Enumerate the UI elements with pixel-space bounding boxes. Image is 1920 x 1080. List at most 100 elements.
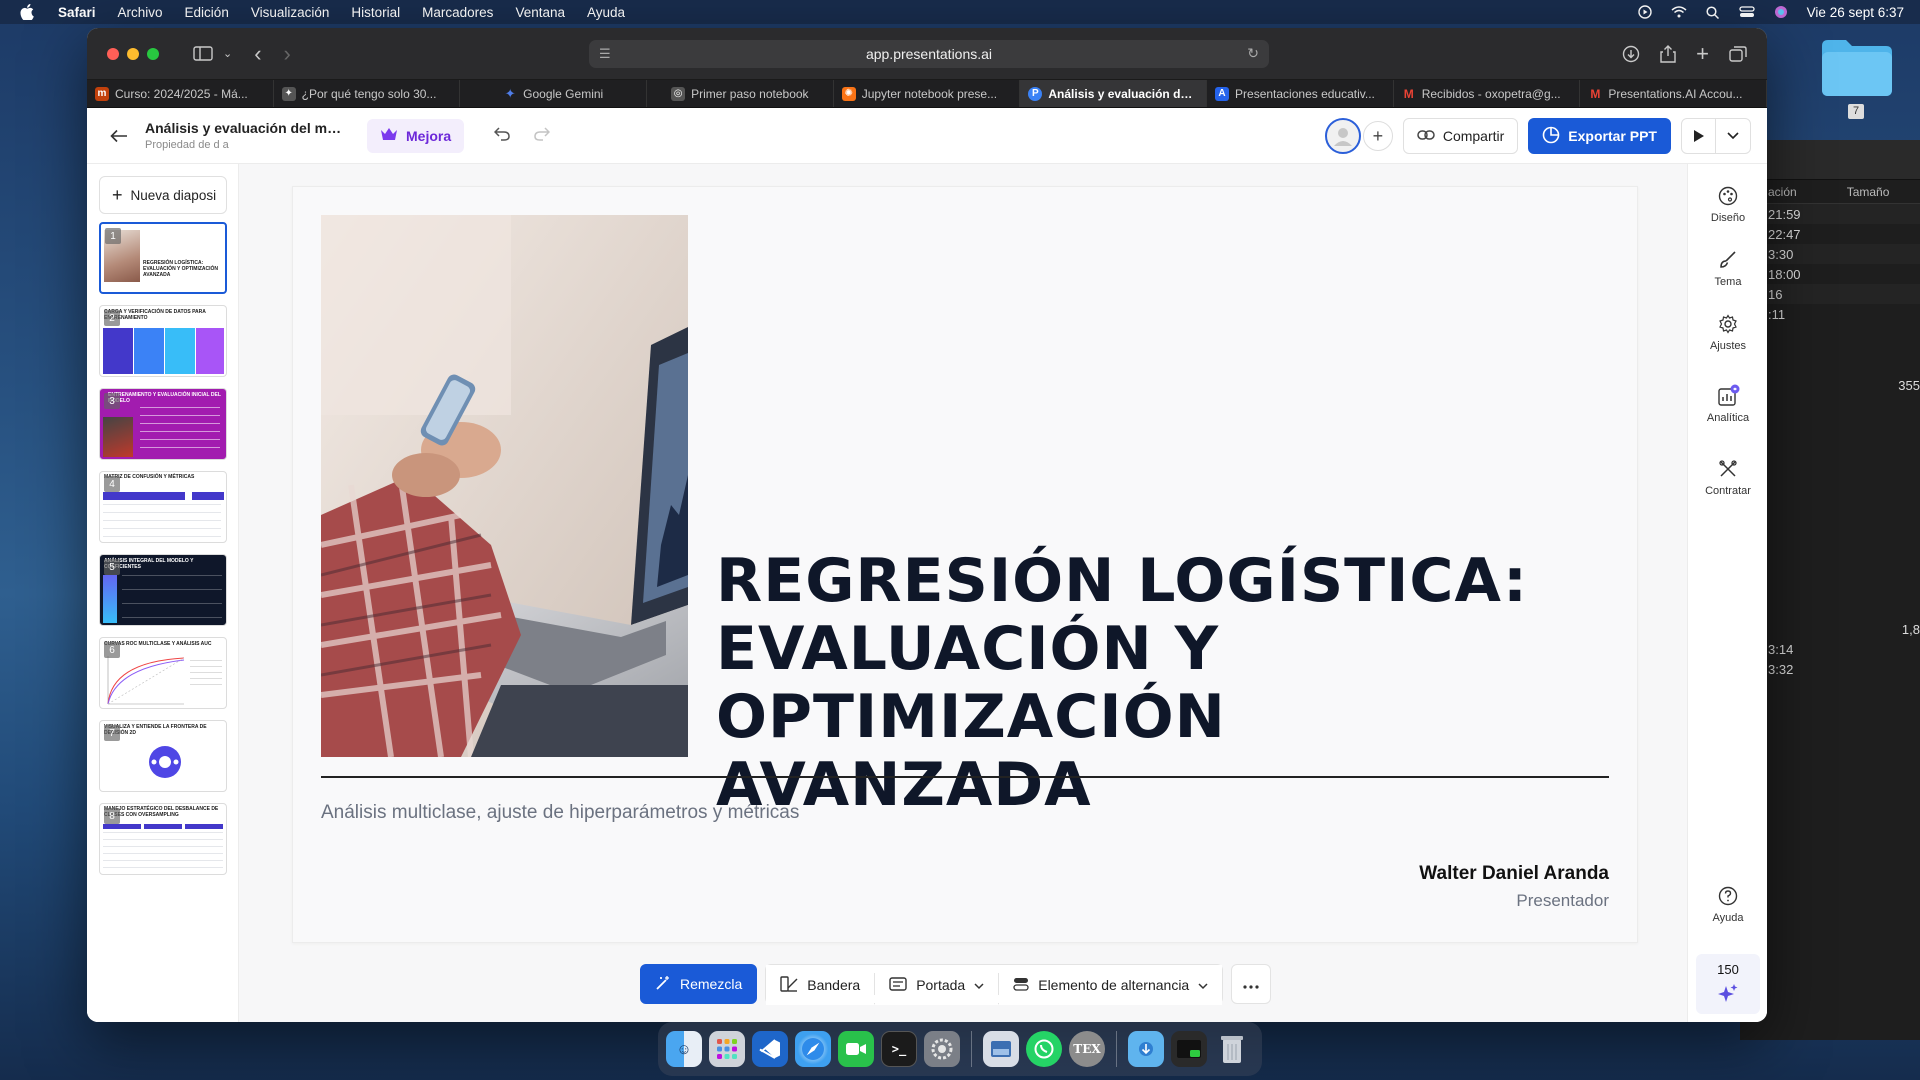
browser-tab[interactable]: ✦ ¿Por qué tengo solo 30...	[274, 80, 461, 107]
minimize-window-icon[interactable]	[127, 47, 139, 60]
page-settings-icon[interactable]: ☰	[599, 46, 611, 62]
new-slide-button[interactable]: + Nueva diaposi	[99, 176, 227, 214]
browser-tab[interactable]: ◎ Primer paso notebook	[647, 80, 834, 107]
rail-hire[interactable]: Contratar	[1688, 457, 1767, 497]
safari-app-icon[interactable]	[795, 1031, 831, 1067]
slide-thumbnail[interactable]: 5 ANÁLISIS INTEGRAL DEL MODELO Y COEFICI…	[99, 554, 227, 626]
user-avatar[interactable]	[1324, 118, 1361, 154]
share-icon[interactable]	[1660, 40, 1676, 68]
undo-icon[interactable]	[494, 125, 510, 146]
back-arrow-icon[interactable]	[107, 124, 131, 148]
export-ppt-button[interactable]: Exportar PPT	[1528, 118, 1671, 154]
sparkle-icon	[1696, 983, 1760, 1006]
play-icon[interactable]	[1682, 119, 1716, 153]
spotlight-search-icon[interactable]	[1705, 4, 1721, 20]
slide-thumbnail[interactable]: 7 VISUALIZA Y ENTIENDE LA FRONTERA DE DE…	[99, 720, 227, 792]
desktop-folder-icon[interactable]	[1818, 36, 1896, 98]
menu-historial[interactable]: Historial	[351, 5, 400, 20]
apple-logo-icon[interactable]	[16, 1, 38, 23]
browser-tab[interactable]: A Presentaciones educativ...	[1207, 80, 1394, 107]
browser-tab[interactable]: m Curso: 2024/2025 - Má...	[87, 80, 274, 107]
slide-thumbnail[interactable]: 4 MATRIZ DE CONFUSIÓN Y MÉTRICAS	[99, 471, 227, 543]
tab-overview-icon[interactable]	[1729, 40, 1747, 68]
whatsapp-app-icon[interactable]	[1026, 1031, 1062, 1067]
slide-title[interactable]: REGRESIÓN LOGÍSTICA: EVALUACIÓN Y OPTIMI…	[716, 547, 1616, 819]
menu-edicion[interactable]: Edición	[185, 5, 229, 20]
slide-thumbnail[interactable]: 8 MANEJO ESTRATÉGICO DEL DESBALANCE DE C…	[99, 803, 227, 875]
more-options-button[interactable]	[1231, 964, 1272, 1004]
thumb-lines	[103, 832, 223, 870]
sidebar-toggle-icon[interactable]	[193, 40, 213, 68]
share-button[interactable]: Compartir	[1402, 118, 1519, 154]
downloads-folder-icon[interactable]	[1128, 1031, 1164, 1067]
slide-subtitle[interactable]: Análisis multiclase, ajuste de hiperpará…	[321, 802, 799, 824]
system-settings-app-icon[interactable]	[924, 1031, 960, 1067]
wifi-icon[interactable]	[1671, 4, 1687, 20]
tab-label: ¿Por qué tengo solo 30...	[301, 86, 437, 101]
tab-favicon-icon: ◎	[671, 86, 686, 101]
reload-icon[interactable]: ↻	[1247, 45, 1259, 62]
menu-ventana[interactable]: Ventana	[515, 5, 565, 20]
launchpad-app-icon[interactable]	[709, 1031, 745, 1067]
trash-icon[interactable]	[1214, 1031, 1250, 1067]
back-arrow-icon[interactable]: ‹	[254, 40, 261, 68]
toggle-element-button[interactable]: Elemento de alternancia	[999, 965, 1223, 1005]
zoom-window-icon[interactable]	[147, 47, 159, 60]
menubar-clock[interactable]: Vie 26 sept 6:37	[1807, 5, 1904, 20]
rail-settings[interactable]: Ajustes	[1688, 312, 1767, 352]
rail-theme[interactable]: Tema	[1688, 248, 1767, 288]
menu-ayuda[interactable]: Ayuda	[587, 5, 625, 20]
terminal-window-thumbnail[interactable]	[1171, 1031, 1207, 1067]
presenter-role[interactable]: Presentador	[1516, 891, 1609, 911]
thumb-lines	[103, 504, 221, 538]
add-collaborator-icon[interactable]: +	[1362, 121, 1393, 151]
browser-tab[interactable]: M Presentations.AI Accou...	[1580, 80, 1767, 107]
vscode-app-icon[interactable]	[752, 1031, 788, 1067]
menu-visualizacion[interactable]: Visualización	[251, 5, 330, 20]
redo-icon[interactable]	[534, 125, 551, 146]
thumb-title: VISUALIZA Y ENTIENDE LA FRONTERA DE DECI…	[104, 724, 207, 736]
chevron-down-icon[interactable]: ⌄	[223, 40, 232, 68]
terminal-app-icon[interactable]: >_	[881, 1031, 917, 1067]
address-bar[interactable]: ☰ app.presentations.ai ↻	[589, 40, 1269, 68]
flag-button[interactable]: Bandera	[766, 965, 875, 1005]
chevron-down-icon	[1198, 977, 1208, 993]
browser-tab[interactable]: ✺ Jupyter notebook prese...	[834, 80, 1021, 107]
downloads-icon[interactable]	[1622, 40, 1640, 68]
slide-thumbnail[interactable]: 3 ENTRENAMIENTO Y EVALUACIÓN INICIAL DEL…	[99, 388, 227, 460]
play-circle-icon[interactable]	[1637, 4, 1653, 20]
rail-help[interactable]: Ayuda	[1688, 884, 1767, 924]
tex-app-icon[interactable]: TEX	[1069, 1031, 1105, 1067]
finder-app-icon[interactable]: ☺	[666, 1031, 702, 1067]
menu-archivo[interactable]: Archivo	[118, 5, 163, 20]
cover-button[interactable]: Portada	[875, 965, 999, 1005]
slide-thumbnail[interactable]: 2 CARGA Y VERIFICACIÓN DE DATOS PARA ENT…	[99, 305, 227, 377]
menu-app-safari[interactable]: Safari	[58, 5, 96, 20]
presenter-name[interactable]: Walter Daniel Aranda	[1419, 863, 1609, 885]
preview-app-icon[interactable]	[983, 1031, 1019, 1067]
ai-credits-button[interactable]: 150	[1696, 954, 1760, 1014]
slide-canvas[interactable]: REGRESIÓN LOGÍSTICA: EVALUACIÓN Y OPTIMI…	[292, 186, 1638, 943]
facetime-app-icon[interactable]	[838, 1031, 874, 1067]
rail-design[interactable]: Diseño	[1688, 184, 1767, 224]
remix-button[interactable]: Remezcla	[640, 964, 758, 1004]
siri-icon[interactable]	[1773, 4, 1789, 20]
slide-number: 6	[104, 642, 120, 658]
control-center-icon[interactable]	[1739, 4, 1755, 20]
slide-thumbnail[interactable]: 6 CURVAS ROC MULTICLASE Y ANÁLISIS AUC	[99, 637, 227, 709]
slide-photo-laptop-phone[interactable]	[321, 215, 688, 757]
new-tab-icon[interactable]: +	[1696, 40, 1709, 68]
slide-thumbnail[interactable]: 1 REGRESIÓN LOGÍSTICA: EVALUACIÓN Y OPTI…	[99, 222, 227, 294]
browser-tab[interactable]: ✦ Google Gemini	[460, 80, 648, 107]
document-title[interactable]: Análisis y evaluación del mo...	[145, 120, 345, 136]
document-info: Análisis y evaluación del mo... Propieda…	[145, 120, 345, 151]
rail-analytics[interactable]: Analítica	[1688, 384, 1767, 424]
menu-marcadores[interactable]: Marcadores	[422, 5, 493, 20]
browser-tab-active[interactable]: P Análisis y evaluación del...	[1020, 80, 1208, 107]
chevron-down-icon[interactable]	[1716, 119, 1750, 153]
forward-arrow-icon[interactable]: ›	[284, 40, 291, 68]
upgrade-button[interactable]: Mejora	[367, 118, 465, 153]
browser-tab[interactable]: M Recibidos - oxopetra@g...	[1394, 80, 1581, 107]
editor-body: + Nueva diaposi 1 REGRESIÓN LOGÍSTICA: E…	[87, 164, 1767, 1022]
close-window-icon[interactable]	[107, 47, 119, 60]
